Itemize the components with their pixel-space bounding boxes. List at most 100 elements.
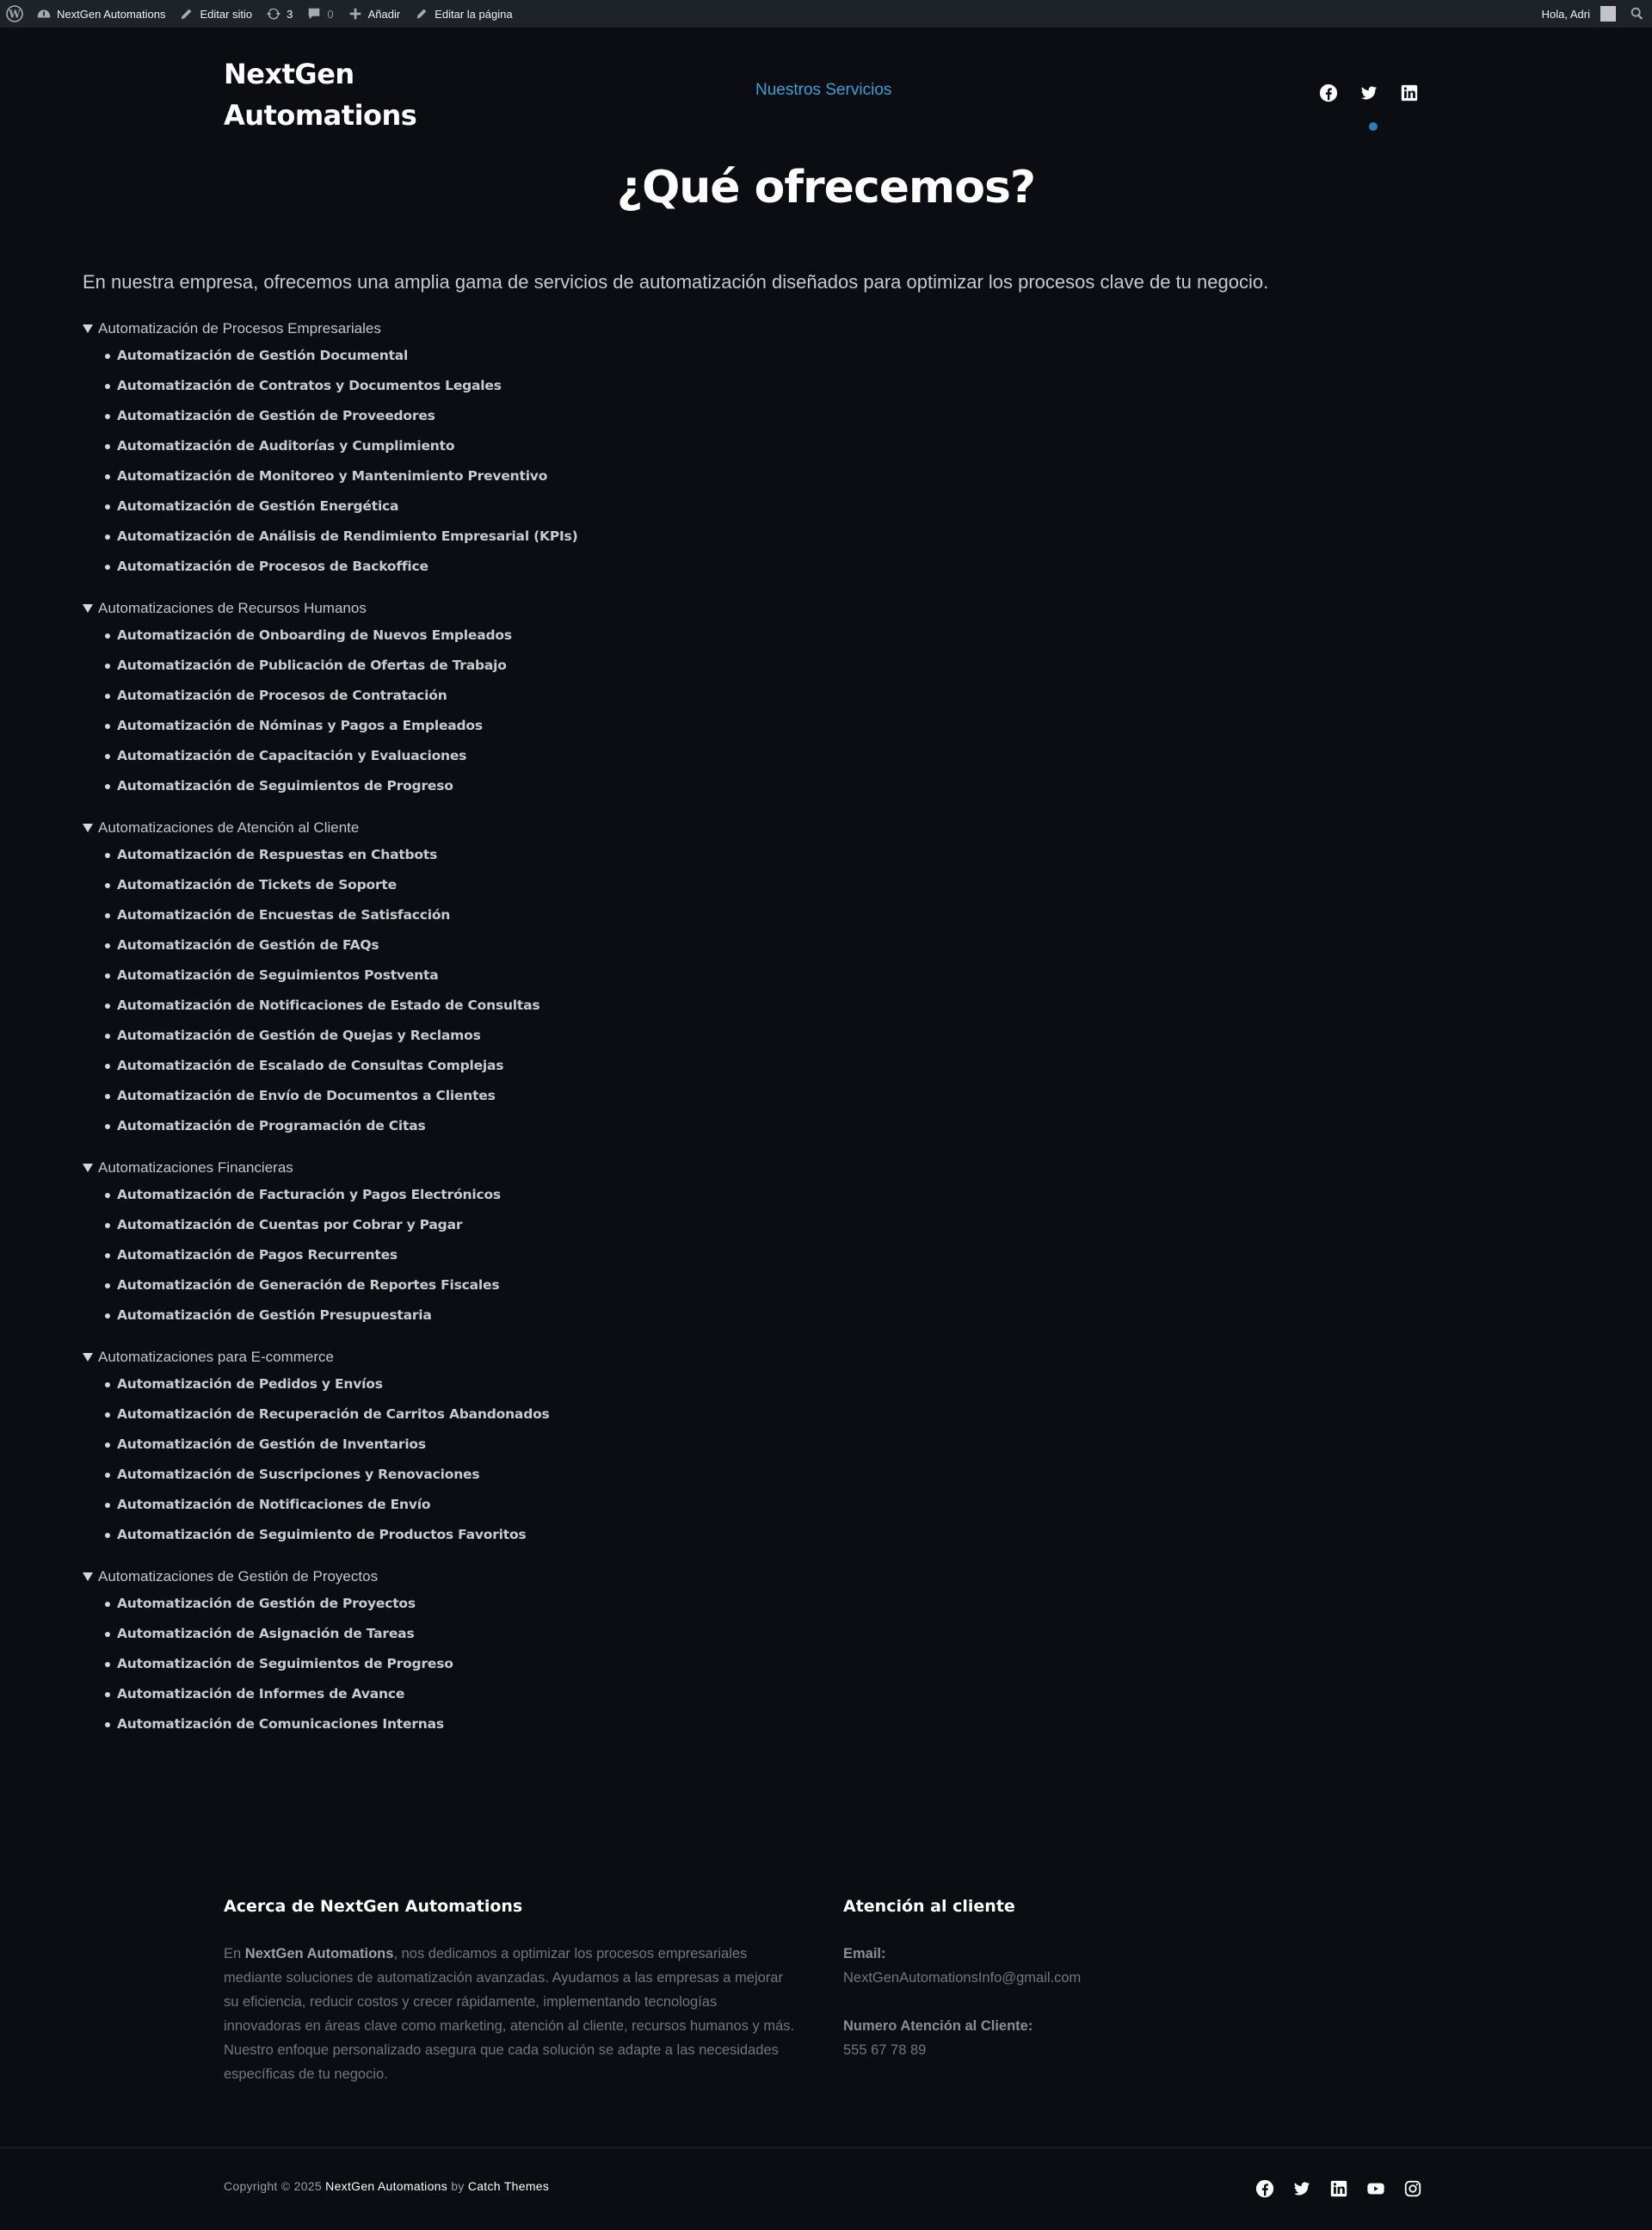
footer-about-text: En NextGen Automations, nos dedicamos a … xyxy=(224,1942,796,2086)
facebook-icon[interactable] xyxy=(1253,2177,1276,2200)
list-item: Automatización de Tickets de Soporte xyxy=(105,870,1287,900)
site-title[interactable]: NextGen Automations xyxy=(224,53,447,136)
services-sections: Automatización de Procesos Empresariales… xyxy=(83,317,1287,1754)
list-item: Automatización de Procesos de Contrataci… xyxy=(105,681,1287,711)
plus-icon xyxy=(348,6,363,22)
contact-phone: Numero Atención al Cliente: 555 67 78 89 xyxy=(843,2014,1032,2062)
list-item: Automatización de Recuperación de Carrit… xyxy=(105,1399,1287,1430)
list-item: Automatización de Informes de Avance xyxy=(105,1679,1287,1709)
about-prefix: En xyxy=(224,1946,245,1961)
account-menu[interactable]: Hola, Adri xyxy=(1535,0,1623,28)
about-brand: NextGen Automations xyxy=(244,1946,394,1961)
admin-bar-left: W NextGen Automations Editar sitio 3 0 A… xyxy=(0,0,520,28)
copyright: Copyright © 2025 NextGen Automations by … xyxy=(224,2179,549,2193)
admin-site-name[interactable]: NextGen Automations xyxy=(29,0,172,28)
page-title: ¿Qué ofrecemos? xyxy=(616,162,1036,213)
list-item: Automatización de Seguimientos de Progre… xyxy=(105,771,1287,801)
list-item: Automatización de Gestión de FAQs xyxy=(105,930,1287,961)
service-section: Automatizaciones de Atención al Cliente A… xyxy=(83,816,1287,1141)
indicator-dot xyxy=(1369,122,1378,131)
service-section: Automatizaciones para E-commerce Automati… xyxy=(83,1345,1287,1550)
section-toggle[interactable]: Automatizaciones Financieras xyxy=(83,1156,1287,1180)
service-section: Automatización de Procesos Empresariales… xyxy=(83,317,1287,582)
section-toggle[interactable]: Automatizaciones de Gestión de Proyectos xyxy=(83,1565,1287,1589)
footer-divider xyxy=(0,2147,1652,2148)
admin-site-name-label: NextGen Automations xyxy=(57,7,166,21)
section-toggle[interactable]: Automatizaciones para E-commerce xyxy=(83,1345,1287,1369)
list-item: Automatización de Notificaciones de Enví… xyxy=(105,1490,1287,1520)
section-title: Automatizaciones de Gestión de Proyectos xyxy=(98,1568,379,1584)
pencil-icon xyxy=(414,6,429,22)
list-item: Automatización de Notificaciones de Esta… xyxy=(105,991,1287,1021)
admin-search[interactable] xyxy=(1623,0,1652,28)
list-item: Automatización de Seguimientos Postventa xyxy=(105,961,1287,991)
admin-bar-right: Hola, Adri xyxy=(1535,0,1652,28)
linkedin-icon[interactable] xyxy=(1397,81,1421,104)
disclosure-triangle-icon xyxy=(83,1353,93,1362)
add-new-label: Añadir xyxy=(367,7,401,21)
section-title: Automatizaciones para E-commerce xyxy=(98,1349,335,1365)
copyright-brand-link[interactable]: NextGen Automations xyxy=(325,2179,447,2193)
intro-text: En nuestra empresa, ofrecemos una amplia… xyxy=(83,271,1269,293)
edit-page-link[interactable]: Editar la página xyxy=(407,0,519,28)
greeting-label: Hola, Adri xyxy=(1541,7,1590,21)
section-toggle[interactable]: Automatizaciones de Atención al Cliente xyxy=(83,816,1287,840)
service-list: Automatización de Respuestas en Chatbots… xyxy=(83,840,1287,1141)
list-item: Automatización de Onboarding de Nuevos E… xyxy=(105,621,1287,651)
list-item: Automatización de Generación de Reportes… xyxy=(105,1270,1287,1300)
phone-value: 555 67 78 89 xyxy=(843,2042,927,2058)
email-label: Email: xyxy=(843,1946,886,1961)
twitter-icon[interactable] xyxy=(1357,81,1380,104)
updates-count: 3 xyxy=(287,7,293,21)
list-item: Automatización de Gestión Energética xyxy=(105,491,1287,522)
add-new-link[interactable]: Añadir xyxy=(341,0,408,28)
wordpress-logo-icon[interactable]: W xyxy=(0,0,29,28)
list-item: Automatización de Nóminas y Pagos a Empl… xyxy=(105,711,1287,741)
list-item: Automatización de Respuestas en Chatbots xyxy=(105,840,1287,870)
edit-site-link[interactable]: Editar sitio xyxy=(172,0,259,28)
facebook-icon[interactable] xyxy=(1316,81,1340,104)
nav-item-nuestros-servicios[interactable]: Nuestros Servicios xyxy=(755,81,891,100)
email-value[interactable]: NextGenAutomationsInfo@gmail.com xyxy=(843,1966,1081,1990)
comments-link[interactable]: 0 xyxy=(299,0,340,28)
section-toggle[interactable]: Automatizaciones de Recursos Humanos xyxy=(83,596,1287,621)
avatar xyxy=(1600,6,1616,22)
list-item: Automatización de Contratos y Documentos… xyxy=(105,371,1287,401)
youtube-icon[interactable] xyxy=(1364,2177,1387,2200)
list-item: Automatización de Auditorías y Cumplimie… xyxy=(105,431,1287,461)
list-item: Automatización de Seguimiento de Product… xyxy=(105,1520,1287,1550)
admin-bar: W NextGen Automations Editar sitio 3 0 A… xyxy=(0,0,1652,28)
list-item: Automatización de Programación de Citas xyxy=(105,1111,1287,1141)
list-item: Automatización de Análisis de Rendimient… xyxy=(105,522,1287,552)
disclosure-triangle-icon xyxy=(83,324,93,333)
linkedin-icon[interactable] xyxy=(1327,2177,1350,2200)
list-item: Automatización de Monitoreo y Mantenimie… xyxy=(105,461,1287,491)
instagram-icon[interactable] xyxy=(1401,2177,1424,2200)
list-item: Automatización de Gestión de Proveedores xyxy=(105,401,1287,431)
theme-link[interactable]: Catch Themes xyxy=(468,2179,549,2193)
service-list: Automatización de Facturación y Pagos El… xyxy=(83,1180,1287,1331)
list-item: Automatización de Comunicaciones Interna… xyxy=(105,1709,1287,1739)
list-item: Automatización de Pagos Recurrentes xyxy=(105,1240,1287,1270)
footer-about-title: Acerca de NextGen Automations xyxy=(224,1897,523,1916)
service-list: Automatización de Gestión de Proyectos Au… xyxy=(83,1589,1287,1739)
list-item: Automatización de Escalado de Consultas … xyxy=(105,1051,1287,1081)
list-item: Automatización de Gestión de Quejas y Re… xyxy=(105,1021,1287,1051)
list-item: Automatización de Gestión de Inventarios xyxy=(105,1430,1287,1460)
search-icon xyxy=(1630,6,1645,22)
list-item: Automatización de Gestión Presupuestaria xyxy=(105,1300,1287,1331)
list-item: Automatización de Pedidos y Envíos xyxy=(105,1369,1287,1399)
twitter-icon[interactable] xyxy=(1290,2177,1313,2200)
footer-contact-title: Atención al cliente xyxy=(843,1897,1015,1916)
site-title-line2: Automations xyxy=(224,99,417,132)
disclosure-triangle-icon xyxy=(83,1572,93,1581)
service-list: Automatización de Gestión Documental Auto… xyxy=(83,341,1287,582)
updates-link[interactable]: 3 xyxy=(259,0,299,28)
comment-icon xyxy=(306,6,322,22)
list-item: Automatización de Seguimientos de Progre… xyxy=(105,1649,1287,1679)
edit-page-label: Editar la página xyxy=(435,7,513,21)
service-section: Automatizaciones de Gestión de Proyectos… xyxy=(83,1565,1287,1739)
section-toggle[interactable]: Automatización de Procesos Empresariales xyxy=(83,317,1287,341)
service-list: Automatización de Pedidos y Envíos Automa… xyxy=(83,1369,1287,1550)
comments-count: 0 xyxy=(327,7,334,21)
